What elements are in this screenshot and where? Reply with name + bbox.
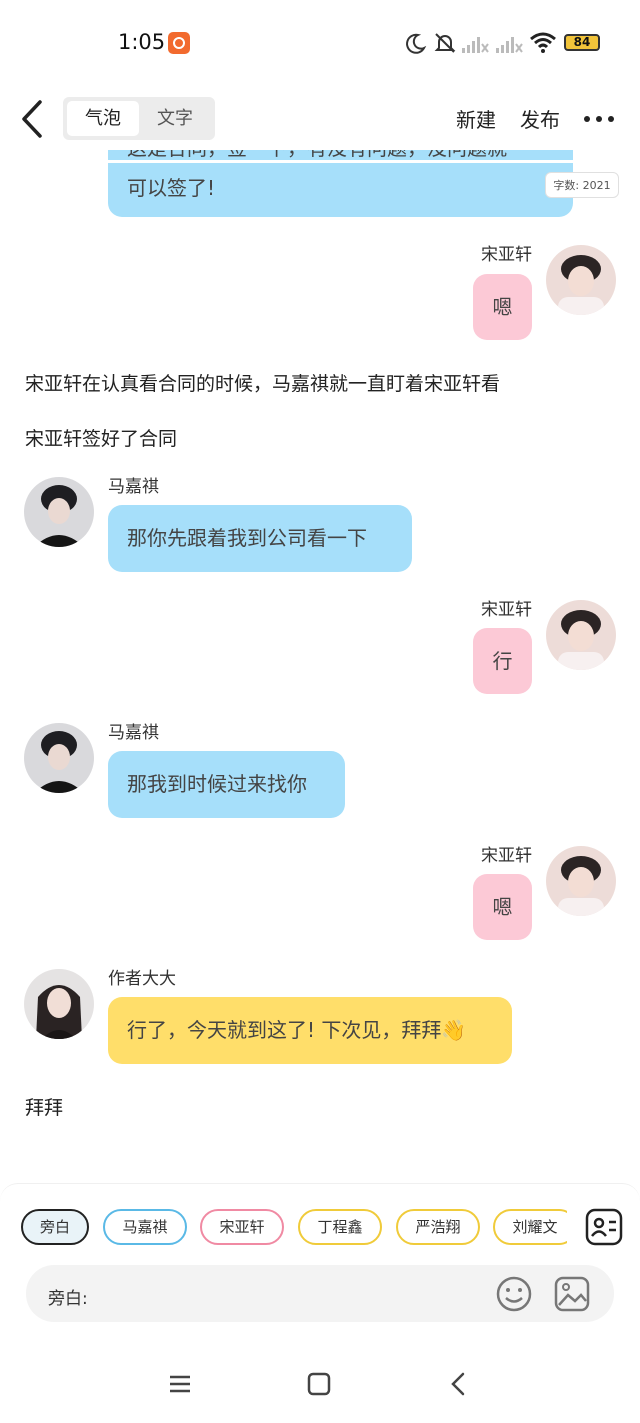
bubble-text: 那我到时候过来找你 — [127, 772, 307, 796]
word-count-badge: 字数: 2021 — [545, 172, 619, 198]
avatar-author[interactable] — [24, 969, 94, 1039]
more-options-icon[interactable] — [584, 116, 614, 124]
character-chip-liu-yaowen[interactable]: 刘耀文 — [493, 1209, 567, 1245]
speaker-name: 马嘉祺 — [108, 723, 159, 743]
home-nav-icon[interactable] — [307, 1372, 331, 1396]
back-arrow-icon[interactable] — [16, 98, 52, 140]
narration-text[interactable]: 宋亚轩在认真看合同的时候，马嘉祺就一直盯着宋亚轩看 — [25, 369, 500, 396]
app-notification-icon — [168, 32, 190, 54]
status-time: 1:05 — [118, 30, 166, 54]
back-nav-icon[interactable] — [447, 1372, 471, 1396]
signal-icon-2 — [496, 37, 523, 53]
new-button[interactable]: 新建 — [456, 104, 496, 133]
avatar-ma-jiaqi[interactable] — [24, 477, 94, 547]
avatar-song-yaxuan[interactable] — [546, 846, 616, 916]
bubble-text: 可以签了! — [127, 176, 216, 200]
bubble-text: 嗯 — [492, 895, 513, 919]
publish-button[interactable]: 发布 — [520, 104, 560, 133]
header-mask — [0, 160, 640, 163]
speaker-name: 马嘉祺 — [108, 477, 159, 497]
character-card-icon[interactable] — [585, 1208, 623, 1246]
menu-nav-icon[interactable] — [168, 1372, 192, 1396]
avatar-ma-jiaqi[interactable] — [24, 723, 94, 793]
bubble-text: 行了，今天就到这了! 下次见，拜拜👋 — [127, 1018, 467, 1042]
character-chip-song-yaxuan[interactable]: 宋亚轩 — [200, 1209, 284, 1245]
narration-text[interactable]: 拜拜 — [25, 1093, 63, 1120]
dnd-moon-icon — [406, 33, 427, 54]
chat-bubble[interactable]: 那我到时候过来找你 — [108, 751, 345, 818]
narration-text[interactable]: 宋亚轩签好了合同 — [25, 424, 177, 451]
character-chip-ding-chengxin[interactable]: 丁程鑫 — [298, 1209, 382, 1245]
chip-scroll-clip: 刘耀文 — [493, 1209, 567, 1245]
bubble-text: 那你先跟着我到公司看一下 — [127, 526, 367, 550]
chat-bubble[interactable]: 行了，今天就到这了! 下次见，拜拜👋 — [108, 997, 512, 1064]
chat-bubble[interactable]: 嗯 — [473, 874, 532, 940]
emoji-icon[interactable] — [495, 1275, 533, 1313]
wifi-icon — [530, 32, 556, 53]
avatar-song-yaxuan[interactable] — [546, 600, 616, 670]
battery-icon: 84 — [564, 34, 600, 51]
avatar-song-yaxuan[interactable] — [546, 245, 616, 315]
tab-bubble[interactable]: 气泡 — [67, 101, 139, 136]
mute-bell-icon — [434, 33, 456, 53]
character-chip-narrator[interactable]: 旁白 — [21, 1209, 89, 1245]
chat-bubble[interactable]: 行 — [473, 628, 532, 694]
image-icon[interactable] — [553, 1275, 591, 1313]
signal-icon-1 — [462, 37, 489, 53]
speaker-name: 宋亚轩 — [481, 245, 532, 265]
speaker-name: 宋亚轩 — [481, 600, 532, 620]
chat-bubble[interactable]: 那你先跟着我到公司看一下 — [108, 505, 412, 572]
character-chip-yan-haoxiang[interactable]: 严浩翔 — [396, 1209, 480, 1245]
speaker-name: 作者大大 — [108, 969, 176, 989]
character-chip-ma-jiaqi[interactable]: 马嘉祺 — [103, 1209, 187, 1245]
speaker-name: 宋亚轩 — [481, 846, 532, 866]
tab-text[interactable]: 文字 — [139, 101, 211, 136]
chat-bubble[interactable]: 嗯 — [473, 274, 532, 340]
input-speaker-label: 旁白: — [48, 1289, 88, 1309]
bubble-text: 行 — [492, 649, 513, 673]
bubble-text: 嗯 — [492, 295, 513, 319]
